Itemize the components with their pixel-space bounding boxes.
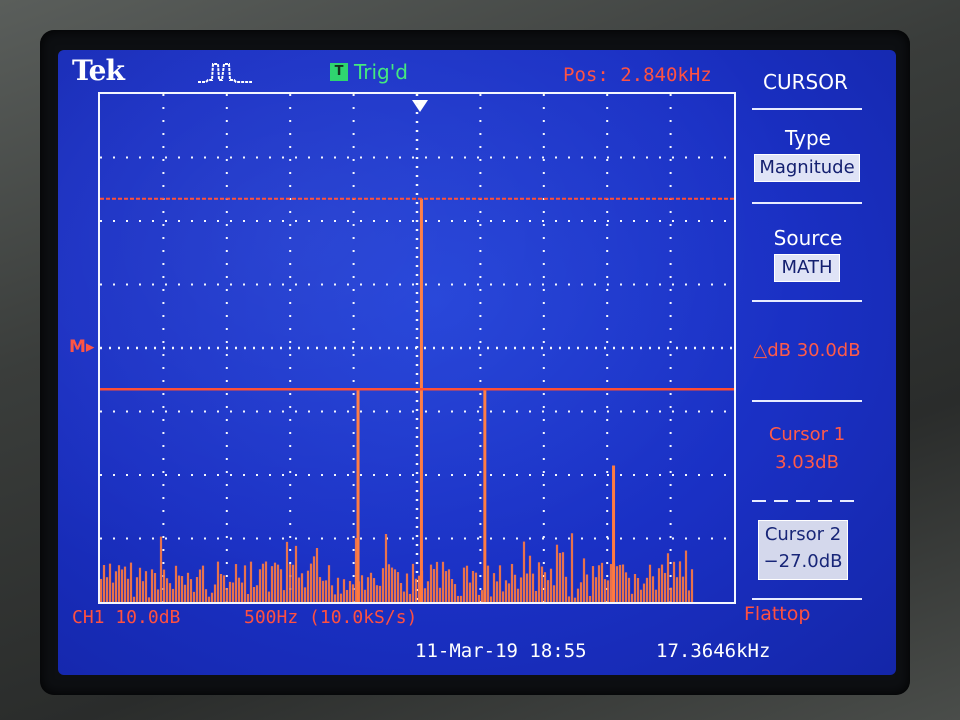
menu-divider <box>752 598 862 600</box>
fft-display <box>100 94 734 602</box>
pulse-waveform-icon <box>198 63 252 83</box>
cursor1-label[interactable]: Cursor 1 <box>748 424 866 445</box>
cursor1-value: 3.03dB <box>775 452 839 473</box>
type-value-button[interactable]: Magnitude <box>754 154 860 182</box>
trigger-icon: T <box>330 63 348 81</box>
menu-title: CURSOR <box>763 70 848 94</box>
cursor2-value: −27.0dB <box>763 551 843 572</box>
grid-dots <box>100 94 734 602</box>
source-value-button[interactable]: MATH <box>774 254 840 282</box>
date-time: 11-Mar-19 18:55 <box>415 640 587 662</box>
math-reference-marker: M▸ <box>69 337 95 357</box>
source-label: Source <box>773 226 843 250</box>
trigger-status: Trig'd <box>354 60 408 84</box>
fft-trace <box>100 198 694 602</box>
trigger-frequency: 17.3646kHz <box>656 640 771 662</box>
menu-divider <box>752 400 862 402</box>
brand-logo: Tek <box>72 54 125 87</box>
menu-divider <box>752 202 862 204</box>
graticule <box>98 92 736 604</box>
menu-divider-dashed <box>752 500 862 502</box>
cursor-lines <box>100 197 734 391</box>
oscilloscope-screen: Tek T Trig'd Pos: 2.840kHz CURSOR M▸ Typ… <box>58 50 896 675</box>
type-label: Type <box>785 126 831 150</box>
cursor2-button[interactable]: Cursor 2 −27.0dB <box>758 520 848 580</box>
channel-scale: CH1 10.0dB <box>72 607 181 628</box>
cursor2-label: Cursor 2 <box>764 524 842 545</box>
timebase: 500Hz (10.0kS/s) <box>244 607 418 628</box>
menu-divider <box>752 300 862 302</box>
menu-divider <box>752 108 862 110</box>
fft-window-type: Flattop <box>744 603 811 625</box>
position-readout: Pos: 2.840kHz <box>563 64 712 86</box>
delta-db-readout: △dB 30.0dB <box>753 340 861 361</box>
